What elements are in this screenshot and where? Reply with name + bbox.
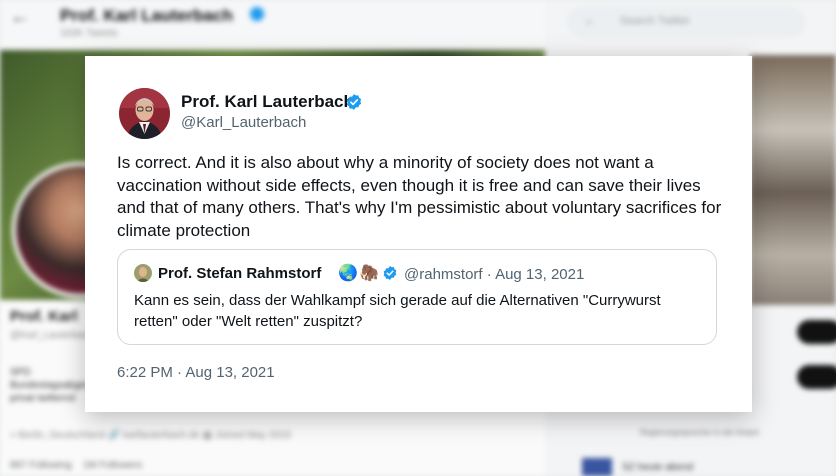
tweet-timestamp[interactable]: 6:22 PM · Aug 13, 2021 [117, 364, 275, 381]
trend-title[interactable]: SZ heute abend [622, 462, 693, 473]
search-placeholder: Search Twitter [620, 15, 691, 27]
tweet-card: Prof. Karl Lauterbach @Karl_Lauterbach I… [85, 56, 752, 412]
author-name[interactable]: Prof. Karl Lauterbach [181, 92, 354, 112]
link-icon: 🔗 [107, 430, 121, 441]
quoted-handle-date[interactable]: @rahmstorf · Aug 13, 2021 [404, 266, 584, 283]
mammoth-icon: 🦣 [359, 265, 379, 282]
trend-thumbnail [582, 458, 612, 476]
profile-meta: ⌖ Berlin, Deutschland 🔗 karllauterbach.d… [10, 430, 291, 441]
quoted-author-avatar[interactable] [134, 264, 152, 282]
globe-icon: 🌏 [338, 265, 358, 282]
followers-count[interactable]: 1M Followers [83, 460, 142, 471]
search-icon: ⌕ [586, 14, 593, 28]
profile-handle: @Karl_Lauterbach [10, 330, 94, 341]
follow-button-2[interactable] [797, 365, 836, 389]
quoted-author-name[interactable]: Prof. Stefan Rahmstorf [158, 265, 321, 282]
following-count[interactable]: 897 Following [10, 460, 72, 471]
quoted-tweet-text: Kann es sein, dass der Wahlkampf sich ge… [134, 292, 661, 330]
header-tweet-count: 102K Tweets [60, 28, 118, 39]
author-avatar[interactable] [119, 88, 170, 139]
follow-button-1[interactable] [797, 320, 836, 344]
header-verified-icon [250, 7, 264, 21]
author-avatar-image [119, 88, 170, 139]
location-icon: ⌖ [10, 430, 16, 441]
follow-counts: 897 Following 1M Followers [10, 460, 142, 471]
sidebar-text: Regierungssprecher in der Ampel [640, 428, 759, 437]
header-profile-name: Prof. Karl Lauterbach [60, 6, 233, 25]
profile-bio: SPD Bundestagsabgeordneter, privat twitt… [10, 367, 125, 404]
profile-name: Prof. Karl [10, 308, 78, 325]
quoted-avatar-image [134, 264, 152, 282]
calendar-icon: ▦ [202, 430, 213, 441]
profile-website[interactable]: karllauterbach.de [123, 430, 200, 441]
profile-joined: Joined May 2015 [214, 430, 292, 441]
profile-location: Berlin, Deutschland [18, 430, 106, 441]
back-arrow-icon[interactable]: ← [10, 6, 30, 29]
quoted-verified-badge-icon [383, 266, 397, 280]
tweet-text: Is correct. And it is also about why a m… [117, 153, 722, 240]
media-thumbnails[interactable] [750, 55, 836, 305]
verified-badge-icon [346, 94, 362, 110]
quoted-tweet[interactable]: Prof. Stefan Rahmstorf 🌏 🦣 @rahmstorf · … [117, 249, 717, 345]
author-handle[interactable]: @Karl_Lauterbach [181, 114, 306, 131]
